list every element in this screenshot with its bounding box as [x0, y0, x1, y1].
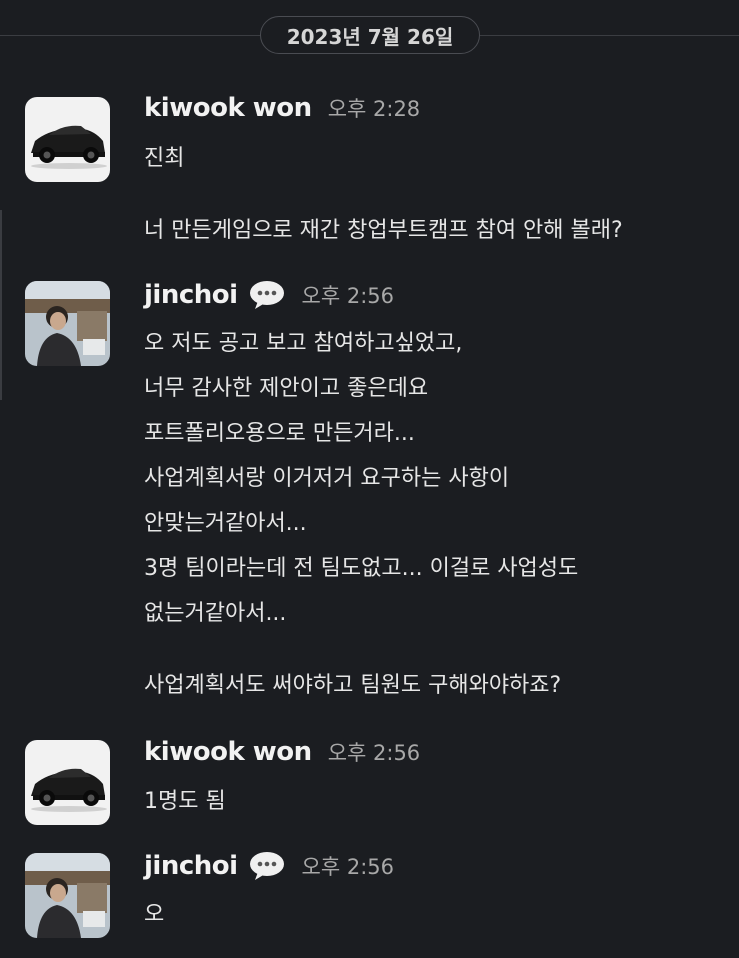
sports-car-avatar-icon — [25, 740, 110, 825]
message-text: 너무 감사한 제안이고 좋은데요 — [144, 376, 429, 401]
message-text: 포트폴리오용으로 만든거라... — [144, 421, 415, 446]
message-text: 오 저도 공고 보고 참여하고싶었고, — [144, 331, 463, 356]
avatar[interactable] — [25, 740, 110, 825]
author-name[interactable]: jinchoi — [144, 851, 238, 881]
timestamp[interactable]: 오후 2:56 — [328, 737, 420, 767]
message-text: 사업계획서랑 이거저거 요구하는 사항이 — [144, 466, 510, 491]
message-text: 3명 팀이라는데 전 팀도없고... 이걸로 사업성도 — [144, 556, 579, 581]
avatar[interactable] — [25, 97, 110, 182]
avatar[interactable] — [25, 853, 110, 938]
speech-bubble-icon — [248, 279, 286, 311]
message-text: 안맞는거같아서... — [144, 511, 307, 536]
speech-bubble-icon — [248, 850, 286, 882]
date-divider[interactable]: 2023년 7월 26일 — [260, 16, 480, 54]
message-text: 사업계획서도 써야하고 팀원도 구해와야하죠? — [144, 673, 562, 698]
message-text: 진최 — [144, 146, 185, 171]
person-avatar-icon — [25, 281, 110, 366]
message-text: 너 만든게임으로 재간 창업부트캠프 참여 안해 볼래? — [144, 218, 623, 243]
thread-indicator — [0, 210, 2, 400]
sports-car-avatar-icon — [25, 97, 110, 182]
timestamp[interactable]: 오후 2:56 — [302, 280, 394, 310]
message-text: 없는거같아서... — [144, 601, 287, 626]
author-name[interactable]: kiwook won — [144, 737, 312, 767]
person-avatar-icon — [25, 853, 110, 938]
author-name[interactable]: kiwook won — [144, 93, 312, 123]
author-name[interactable]: jinchoi — [144, 280, 238, 310]
message-text: 오 — [144, 902, 165, 927]
timestamp[interactable]: 오후 2:56 — [302, 851, 394, 881]
avatar[interactable] — [25, 281, 110, 366]
timestamp[interactable]: 오후 2:28 — [328, 93, 420, 123]
message-text: 1명도 됨 — [144, 789, 226, 814]
